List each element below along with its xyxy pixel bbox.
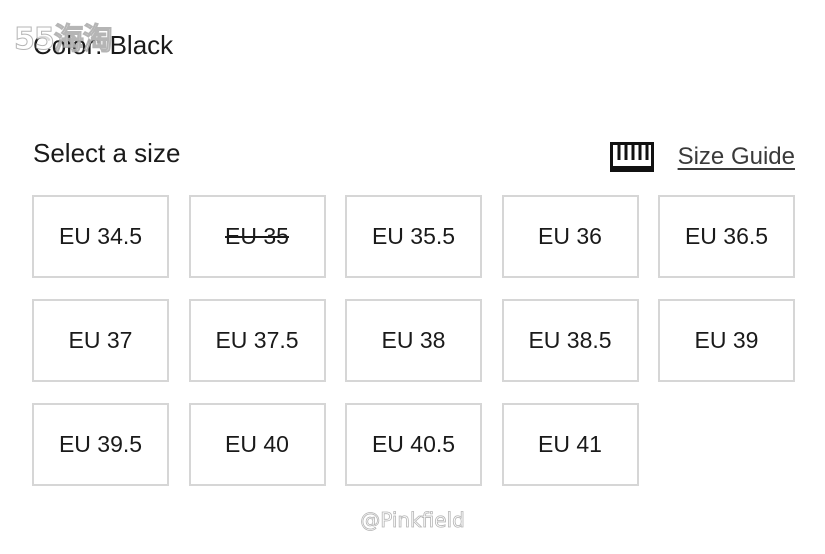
size-option-label: EU 39.5 xyxy=(58,431,143,457)
size-option[interactable]: EU 36 xyxy=(501,195,639,278)
watermark-logo: 55海淘 xyxy=(14,22,114,58)
size-option[interactable]: EU 39 xyxy=(658,299,795,382)
size-option-label: EU 41 xyxy=(538,431,602,457)
size-option-label: EU 39 xyxy=(694,327,759,353)
size-option[interactable]: EU 38 xyxy=(345,299,482,382)
size-option[interactable]: EU 35 xyxy=(188,195,326,278)
size-option[interactable]: EU 35.5 xyxy=(345,195,482,278)
size-option-label: EU 40.5 xyxy=(371,431,456,457)
size-option[interactable]: EU 40 xyxy=(188,403,326,486)
size-section-title: Select a size xyxy=(33,138,181,168)
size-guide-link[interactable]: Size Guide xyxy=(609,142,795,172)
size-option[interactable]: EU 34.5 xyxy=(32,195,169,278)
size-option-label: EU 38 xyxy=(381,327,446,353)
ruler-icon xyxy=(609,142,654,172)
watermark-credit: @Pinkfield xyxy=(360,508,465,533)
size-option[interactable]: EU 36.5 xyxy=(658,195,795,278)
size-option-label: EU 37.5 xyxy=(215,327,299,353)
size-option[interactable]: EU 38.5 xyxy=(501,299,639,382)
size-option-label: EU 37 xyxy=(68,327,133,353)
size-option-label: EU 38.5 xyxy=(528,327,612,353)
size-options-grid: EU 34.5 EU 35 EU 35.5 EU 36 EU 36.5 EU 37 EU 3… xyxy=(32,195,795,486)
size-option[interactable]: EU 37 xyxy=(32,299,169,382)
size-option[interactable]: EU 40.5 xyxy=(345,403,482,486)
size-option[interactable]: EU 37.5 xyxy=(188,299,326,382)
size-option-label: EU 40 xyxy=(225,431,289,457)
size-option[interactable]: EU 39.5 xyxy=(32,403,169,486)
size-option-label: EU 34.5 xyxy=(58,223,143,249)
size-option-label: EU 35.5 xyxy=(371,223,456,249)
size-option-label: EU 36.5 xyxy=(684,223,769,249)
size-option-label: EU 36 xyxy=(538,223,602,249)
size-option-label: EU 35 xyxy=(225,223,289,249)
size-option[interactable]: EU 41 xyxy=(501,403,639,486)
size-guide-label: Size Guide xyxy=(677,143,795,170)
